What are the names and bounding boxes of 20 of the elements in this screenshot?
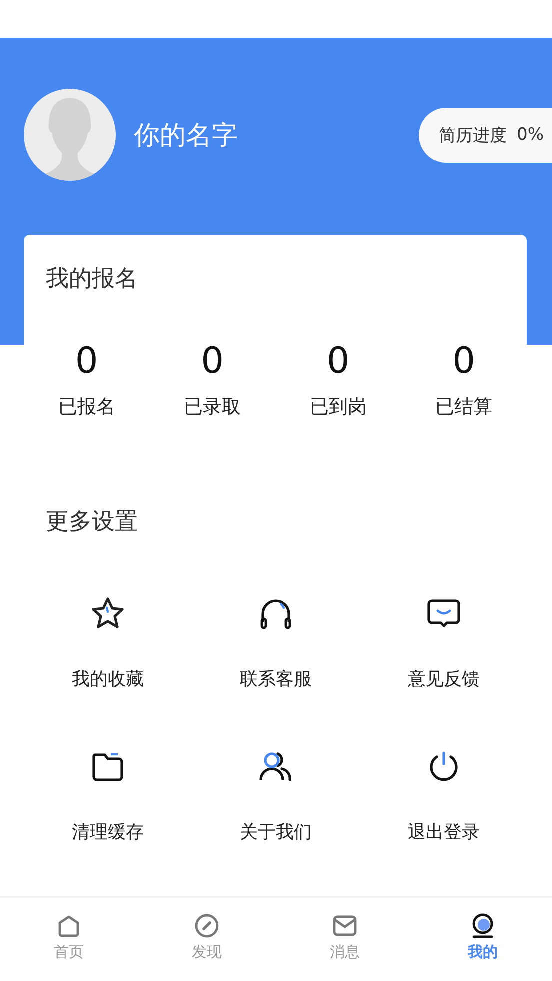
settings-item[interactable]: 退出登录: [360, 747, 528, 845]
stat-count: 0: [75, 340, 98, 384]
section-title: 更多设置: [46, 508, 139, 537]
stat-label: 已报名: [58, 395, 116, 420]
card-title: 我的报名: [45, 265, 139, 294]
settings-item[interactable]: 意见反馈: [360, 594, 528, 692]
stat-label: 已到岗: [310, 395, 367, 420]
profile-icon: [470, 912, 496, 939]
stat-count: 0: [452, 340, 476, 384]
user-name: 你的名字: [134, 120, 239, 152]
stat-label: 已录取: [184, 395, 242, 420]
resume-progress-badge[interactable]: 简历进度 0%: [419, 108, 552, 162]
settings-item[interactable]: 联系客服: [192, 594, 360, 692]
stat-label: 已结算: [436, 395, 493, 420]
stat-count: 0: [201, 340, 224, 384]
settings-item[interactable]: 关于我们: [192, 747, 360, 845]
compass-icon: [194, 912, 220, 939]
settings-item[interactable]: 清理缓存: [24, 747, 192, 845]
stat-count: 0: [326, 340, 350, 384]
settings-item[interactable]: 我的收藏: [24, 594, 192, 692]
